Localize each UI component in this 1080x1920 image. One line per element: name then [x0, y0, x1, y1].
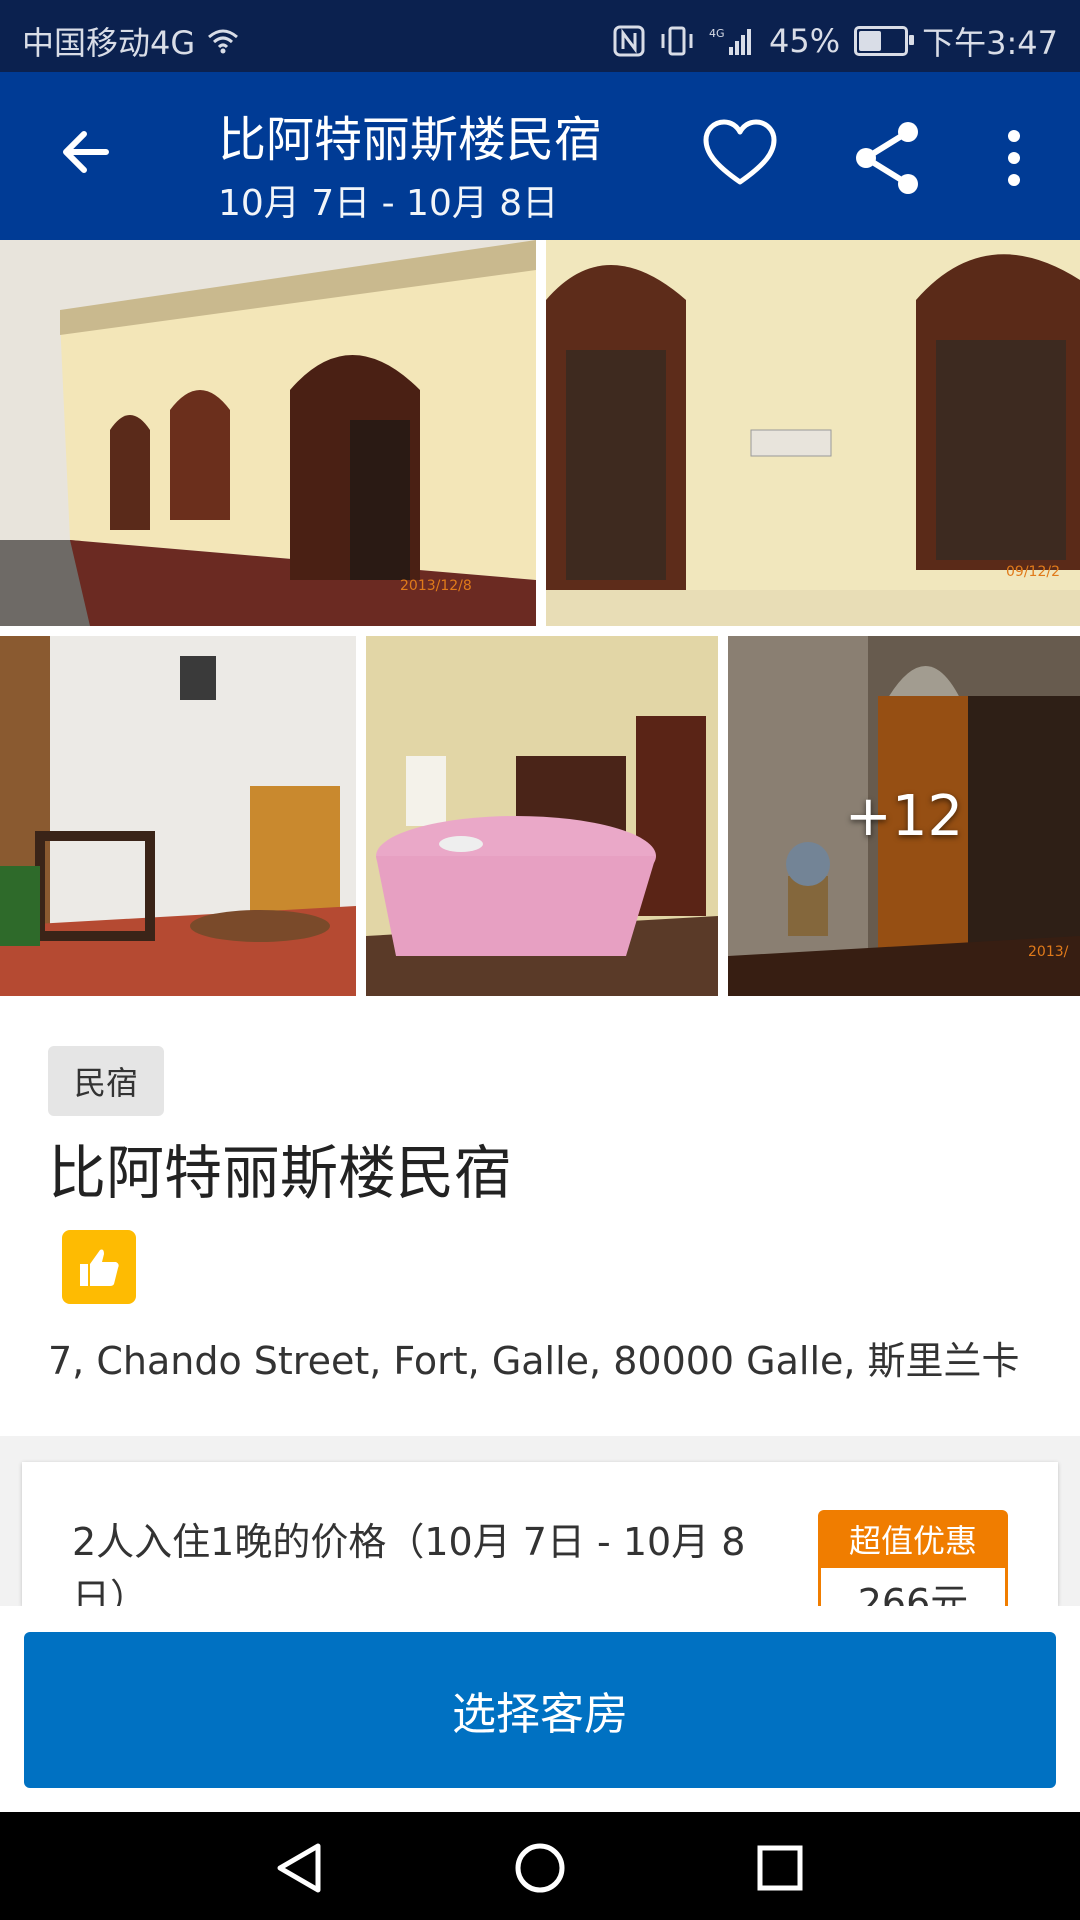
photo-date-stamp: 09/12/2: [1006, 564, 1060, 580]
price-card[interactable]: 2人入住1晚的价格（10月 7日 - 10月 8日） 超值优惠 266元: [22, 1462, 1058, 1606]
share-icon[interactable]: [848, 118, 928, 198]
property-name: 比阿特丽斯楼民宿: [48, 1139, 513, 1207]
select-room-button[interactable]: 选择客房: [24, 1632, 1056, 1788]
photo-gallery: 2013/12/8 09/12/2 2013/ +12: [0, 240, 1080, 996]
battery-icon: [854, 26, 915, 56]
app-bar: 比阿特丽斯楼民宿 10月 7日 - 10月 8日: [0, 72, 1080, 240]
price-amount: 266元: [818, 1568, 1008, 1606]
cta-bar: 选择客房: [0, 1606, 1080, 1812]
svg-text:4G: 4G: [709, 27, 725, 40]
photo-date-stamp: 2013/12/8: [400, 578, 472, 594]
property-info: 民宿 比阿特丽斯楼民宿 7, Chando Street, Fort, Gall…: [0, 996, 1080, 1436]
nav-home-icon[interactable]: [510, 1838, 570, 1898]
vibrate-icon: [661, 26, 693, 56]
photo-hallway[interactable]: 2013/ +12: [728, 636, 1080, 996]
nav-back-icon[interactable]: [270, 1838, 330, 1898]
deal-badge: 超值优惠: [818, 1510, 1008, 1568]
property-address[interactable]: 7, Chando Street, Fort, Galle, 80000 Gal…: [48, 1330, 1020, 1385]
battery-percent: 45%: [769, 22, 841, 60]
stay-dates: 10月 7日 - 10月 8日: [218, 183, 559, 224]
photo-exterior-window[interactable]: 09/12/2: [546, 240, 1080, 626]
photo-dining-room[interactable]: [366, 636, 718, 996]
nfc-icon: [613, 25, 645, 57]
heart-icon[interactable]: [700, 116, 780, 196]
photo-exterior-street[interactable]: 2013/12/8: [0, 240, 536, 626]
status-bar: 中国移动4G 4G 45% 下午3:47: [0, 0, 1080, 72]
system-nav-bar: [0, 1812, 1080, 1920]
page-title: 比阿特丽斯楼民宿: [218, 112, 603, 168]
back-arrow-icon[interactable]: [56, 122, 116, 182]
photo-sitting-room[interactable]: [0, 636, 356, 996]
more-photos-count[interactable]: +12: [728, 636, 1080, 996]
carrier-label: 中国移动4G: [22, 24, 196, 62]
nav-recents-icon[interactable]: [750, 1838, 810, 1898]
wifi-icon: [208, 29, 239, 54]
clock: 下午3:47: [922, 24, 1058, 62]
signal-icon: 4G: [709, 27, 751, 55]
property-type-tag: 民宿: [48, 1046, 165, 1116]
price-description: 2人入住1晚的价格（10月 7日 - 10月 8日）: [72, 1520, 746, 1606]
more-options-icon[interactable]: [996, 128, 1032, 188]
thumbs-up-icon: [62, 1230, 136, 1304]
deal-box: 超值优惠 266元: [818, 1510, 1008, 1606]
